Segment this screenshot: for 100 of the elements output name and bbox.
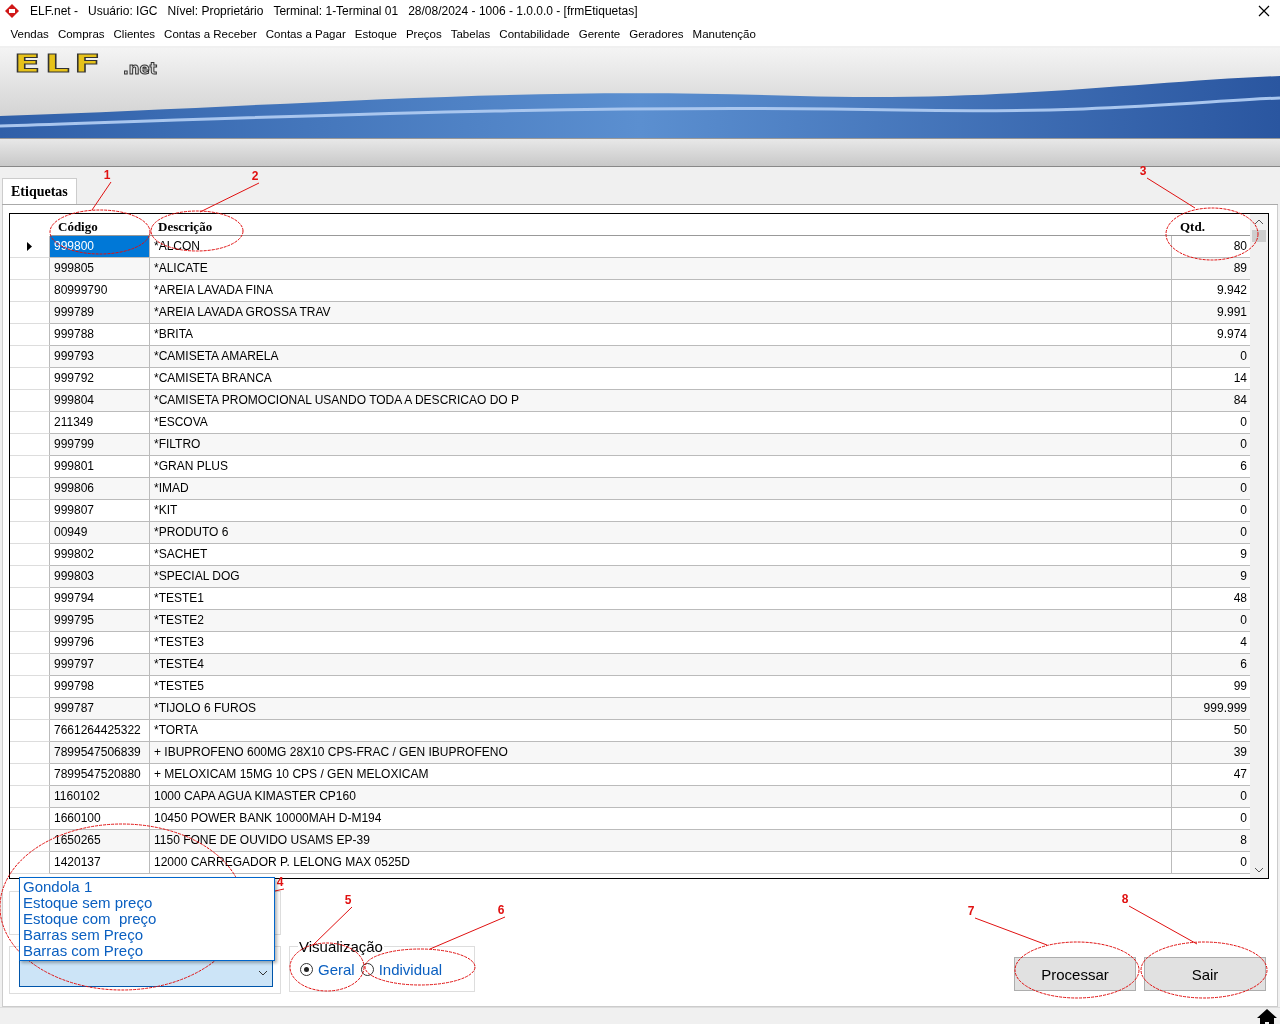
- table-cell: 211349: [50, 412, 150, 434]
- table-cell: *IMAD: [150, 478, 1172, 500]
- menu-item[interactable]: Manutenção: [688, 28, 761, 40]
- table-cell: *AREIA LAVADA FINA: [150, 280, 1172, 302]
- logo-suffix: .net: [123, 60, 157, 78]
- table-cell: *AREIA LAVADA GROSSA TRAV: [150, 302, 1172, 324]
- window-title: Usuário: IGC: [88, 4, 158, 18]
- annotation-number: 3: [1139, 164, 1147, 178]
- table-cell: 1660100: [50, 808, 150, 830]
- table-cell: *GRAN PLUS: [150, 456, 1172, 478]
- table-cell: 999788: [50, 324, 150, 346]
- table-cell: 999803: [50, 566, 150, 588]
- table-cell: *SACHET: [150, 544, 1172, 566]
- annotation-number: 4: [276, 875, 284, 889]
- table-cell: *TESTE3: [150, 632, 1172, 654]
- dropdown-option[interactable]: Estoque sem preço: [23, 895, 271, 911]
- annotation-number: 8: [1121, 892, 1129, 906]
- annotation-number: 1: [103, 168, 111, 182]
- table-cell: 0: [1172, 346, 1252, 368]
- table-cell: 00949: [50, 522, 150, 544]
- menu-item[interactable]: Contas a Pagar: [261, 28, 351, 40]
- table-cell: *BRITA: [150, 324, 1172, 346]
- table-cell: 6: [1172, 654, 1252, 676]
- menu-item[interactable]: Contabilidade: [494, 28, 575, 40]
- window-title: ELF.net -: [30, 4, 79, 18]
- table-cell: 9: [1172, 566, 1252, 588]
- table-cell: 999795: [50, 610, 150, 632]
- table-cell: 999797: [50, 654, 150, 676]
- menu-item[interactable]: Preços: [401, 28, 447, 40]
- table-cell: *CAMISETA BRANCA: [150, 368, 1172, 390]
- menu-item[interactable]: Clientes: [109, 28, 160, 40]
- menu-item[interactable]: Tabelas: [446, 28, 495, 40]
- dropdown-option[interactable]: Gondola 1: [23, 879, 271, 895]
- exit-button[interactable]: Sair: [1144, 957, 1266, 991]
- table-cell: *ESCOVA: [150, 412, 1172, 434]
- scroll-up-icon[interactable]: [1254, 218, 1264, 226]
- menu-item[interactable]: Gerente: [574, 28, 625, 40]
- table-cell: 999789: [50, 302, 150, 324]
- menu-item[interactable]: Geradores: [624, 28, 689, 40]
- table-cell: 0: [1172, 434, 1252, 456]
- leader-line: [91, 181, 112, 211]
- table-cell: + IBUPROFENO 600MG 28X10 CPS-FRAC / GEN IBUPROFENO: [150, 742, 1172, 764]
- table-cell: 999792: [50, 368, 150, 390]
- table-cell: 999.999: [1172, 698, 1252, 720]
- table-cell: 1000 CAPA AGUA KIMASTER CP160: [150, 786, 1172, 808]
- table-cell: 8: [1172, 830, 1252, 852]
- annotation-number: 5: [344, 893, 352, 907]
- tab[interactable]: Etiquetas: [2, 178, 77, 204]
- scrollbar[interactable]: [1250, 214, 1268, 878]
- leader-line: [1146, 177, 1196, 209]
- dropdown-option[interactable]: Barras sem Preço: [23, 927, 271, 943]
- table-cell: 1160102: [50, 786, 150, 808]
- app-icon: [4, 3, 20, 19]
- table-cell: 12000 CARREGADOR P. LELONG MAX 0525D: [150, 852, 1172, 874]
- table-cell: 999798: [50, 676, 150, 698]
- scroll-down-icon[interactable]: [1254, 866, 1264, 874]
- table-cell: *KIT: [150, 500, 1172, 522]
- menu-item[interactable]: Estoque: [350, 28, 402, 40]
- home-icon[interactable]: [1256, 1008, 1278, 1024]
- table-cell: *SPECIAL DOG: [150, 566, 1172, 588]
- table-cell: 84: [1172, 390, 1252, 412]
- table-cell: 7661264425322: [50, 720, 150, 742]
- table-cell: 999799: [50, 434, 150, 456]
- row-header[interactable]: [10, 236, 50, 258]
- menu-item[interactable]: Compras: [53, 28, 110, 40]
- dropdown-option[interactable]: Barras com Preço: [23, 943, 271, 959]
- table-cell: 80999790: [50, 280, 150, 302]
- table-cell: *CAMISETA PROMOCIONAL USANDO TODA A DESCRICAO DO P: [150, 390, 1172, 412]
- menu-item[interactable]: Contas a Receber: [159, 28, 262, 40]
- table-cell: *TESTE2: [150, 610, 1172, 632]
- table-cell: 89: [1172, 258, 1252, 280]
- table-cell: *TIJOLO 6 FUROS: [150, 698, 1172, 720]
- table-cell: 9.991: [1172, 302, 1252, 324]
- radio-option[interactable]: Individual: [360, 960, 443, 978]
- table-cell: + MELOXICAM 15MG 10 CPS / GEN MELOXICAM: [150, 764, 1172, 786]
- table-cell: 1420137: [50, 852, 150, 874]
- radio-option[interactable]: Geral: [300, 960, 355, 978]
- current-row-icon: [27, 242, 32, 251]
- table-cell: 999805: [50, 258, 150, 280]
- leader-line: [1128, 905, 1198, 945]
- window-title: Terminal: 1-Terminal 01: [273, 4, 399, 18]
- annotation-number: 7: [967, 904, 975, 918]
- table-cell: *TESTE5: [150, 676, 1172, 698]
- dropdown-option[interactable]: Estoque com preço: [23, 911, 271, 927]
- leader-line: [199, 182, 260, 213]
- table-cell: 999806: [50, 478, 150, 500]
- table-cell: 1650265: [50, 830, 150, 852]
- combo-box[interactable]: [19, 959, 273, 987]
- table-cell: 999787: [50, 698, 150, 720]
- menu-item[interactable]: Vendas: [6, 28, 54, 40]
- table-cell: 999793: [50, 346, 150, 368]
- close-icon: [1258, 5, 1270, 17]
- table-cell: 999804: [50, 390, 150, 412]
- window-title: 28/08/2024 - 1006 - 1.0.0.0 - [frmEtiquetas]: [408, 4, 638, 18]
- annotation-number: 6: [497, 903, 505, 917]
- scroll-thumb[interactable]: [1252, 230, 1266, 242]
- table-cell: 999800: [50, 236, 150, 258]
- logo-text: ELF: [14, 50, 106, 78]
- process-button[interactable]: Processar: [1014, 957, 1136, 991]
- window-title: Nível: Proprietário: [167, 4, 264, 18]
